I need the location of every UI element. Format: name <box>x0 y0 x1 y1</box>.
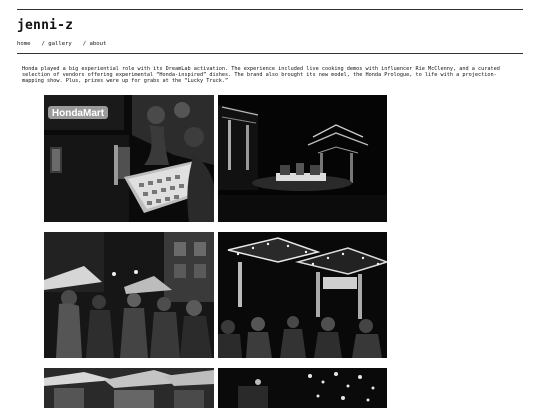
gallery-photo-crowd-street-tents[interactable] <box>44 232 214 358</box>
header-bottom-rule <box>17 53 523 54</box>
gallery-photo-night-lights[interactable] <box>218 368 387 408</box>
nav-gallery-link[interactable]: / gallery <box>41 41 71 47</box>
nav-home-link[interactable]: home <box>17 41 30 47</box>
post-body-text: Honda played a big experiential role wit… <box>22 66 500 85</box>
header-top-rule <box>17 9 523 10</box>
site-title[interactable]: jenni-z <box>17 18 73 33</box>
main-nav: home / gallery / about <box>17 41 106 47</box>
hondamart-sign-text: HondaMart <box>52 108 105 119</box>
gallery-photo-hondamart-mahjong[interactable]: HondaMart <box>44 95 214 222</box>
gallery-photo-street-booths[interactable] <box>44 368 214 408</box>
gallery-photo-chinatown-gate-night[interactable] <box>218 95 387 222</box>
nav-about-link[interactable]: / about <box>83 41 107 47</box>
gallery-photo-lit-gate-crowd[interactable] <box>218 232 387 358</box>
